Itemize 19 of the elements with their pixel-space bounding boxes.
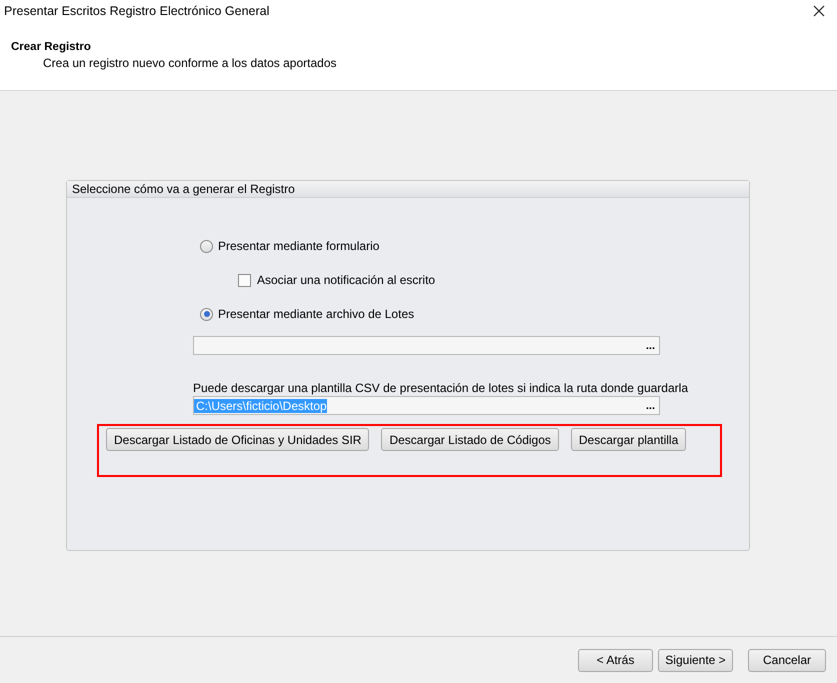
browse-button[interactable]: ... bbox=[646, 400, 659, 410]
nav-button[interactable]: < Atrás bbox=[578, 648, 653, 672]
download-button[interactable]: Descargar plantilla bbox=[570, 428, 686, 451]
path-field[interactable]: C:\Users\ficticio\Desktop ... bbox=[193, 396, 660, 415]
nav-button[interactable]: Siguiente > bbox=[658, 648, 733, 672]
file-field[interactable]: ... bbox=[193, 336, 660, 355]
hint-text: Puede descargar una plantilla CSV de presentación de lotes si indica la ruta donde guardarla bbox=[193, 381, 689, 396]
option-label: Presentar mediante formulario bbox=[218, 239, 380, 253]
download-button[interactable]: Descargar Listado de Oficinas y Unidades SIR bbox=[106, 428, 370, 451]
page-subtitle: Crea un registro nuevo conforme a los datos aportados bbox=[43, 56, 338, 70]
option-label: Asociar una notificación al escrito bbox=[257, 273, 436, 287]
browse-button[interactable]: ... bbox=[646, 340, 659, 350]
window-title: Presentar Escritos Registro Electrónico General bbox=[4, 4, 270, 18]
download-button[interactable]: Descargar Listado de Códigos bbox=[381, 428, 559, 451]
option-label: Presentar mediante archivo de Lotes bbox=[218, 307, 414, 321]
page-title: Crear Registro bbox=[11, 41, 92, 53]
group-title: Seleccione cómo va a generar el Registro bbox=[72, 182, 295, 196]
nav-button[interactable]: Cancelar bbox=[748, 648, 826, 672]
field-value: C:\Users\ficticio\Desktop bbox=[194, 398, 327, 412]
